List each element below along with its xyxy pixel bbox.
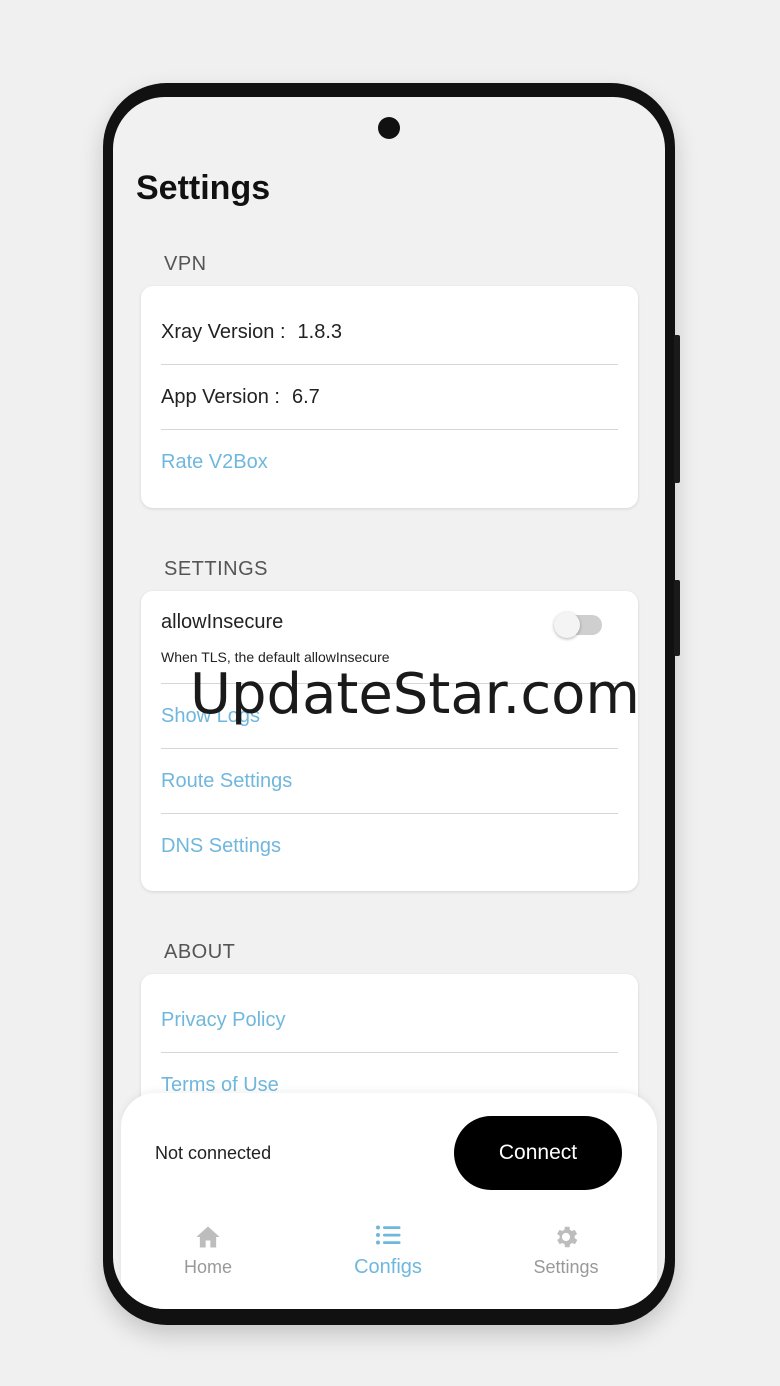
gear-icon (557, 1226, 578, 1248)
section-title-settings: SETTINGS (164, 558, 269, 580)
power-button (674, 580, 680, 656)
xray-version-label: Xray Version : (161, 321, 286, 343)
nav-home-label: Home (183, 1257, 232, 1277)
connect-button[interactable]: Connect (454, 1116, 622, 1190)
toggle-knob (554, 612, 580, 638)
privacy-policy-link[interactable]: Privacy Policy (161, 988, 618, 1053)
vpn-card: Xray Version : 1.8.3 App Version : 6.7 R… (141, 286, 638, 508)
volume-button (674, 335, 680, 483)
connection-status: Not connected (155, 1143, 272, 1163)
show-logs-link[interactable]: Show Logs (161, 684, 618, 749)
section-title-about: ABOUT (164, 941, 236, 963)
nav-settings-label: Settings (533, 1257, 599, 1277)
app-version-label: App Version : (161, 386, 280, 408)
nav-home[interactable]: Home (148, 1223, 268, 1278)
dns-settings-link[interactable]: DNS Settings (161, 814, 618, 879)
allow-insecure-description: When TLS, the default allowInsecure (161, 649, 390, 665)
list-icon (376, 1225, 401, 1245)
camera-icon (378, 117, 400, 139)
xray-version-value: 1.8.3 (297, 321, 342, 343)
allow-insecure-toggle[interactable] (554, 612, 602, 638)
settings-card: allowInsecure When TLS, the default allo… (141, 591, 638, 891)
allow-insecure-label: allowInsecure (161, 611, 284, 633)
nav-settings[interactable]: Settings (506, 1223, 626, 1278)
section-title-vpn: VPN (164, 253, 207, 275)
nav-configs[interactable]: Configs (328, 1220, 448, 1279)
page-title: Settings (136, 169, 271, 207)
nav-configs-label: Configs (354, 1256, 422, 1278)
screen: Settings VPN Xray Version : 1.8.3 App Ve… (113, 97, 665, 1309)
xray-version-row: Xray Version : 1.8.3 (161, 300, 618, 365)
app-version-value: 6.7 (291, 386, 320, 408)
home-icon (196, 1226, 220, 1248)
app-version-row: App Version : 6.7 (161, 365, 618, 430)
rate-v2box-link[interactable]: Rate V2Box (161, 430, 618, 495)
bottom-panel: Not connected Connect Home Configs Setti… (121, 1093, 657, 1309)
route-settings-link[interactable]: Route Settings (161, 749, 618, 814)
